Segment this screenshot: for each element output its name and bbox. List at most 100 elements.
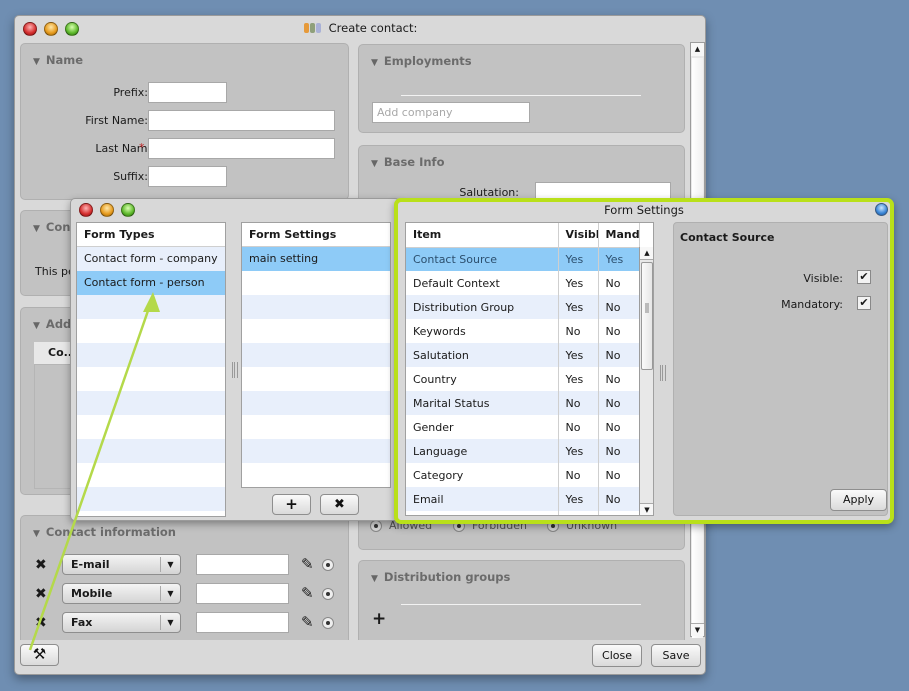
- table-row[interactable]: Contact Source Yes Yes: [406, 247, 640, 271]
- apply-button[interactable]: Apply: [830, 489, 887, 511]
- cell-mandatory: No: [598, 463, 640, 487]
- cell-item: Country: [406, 367, 559, 391]
- wrench-icon: ⚒: [32, 645, 47, 663]
- splitter-handle[interactable]: [232, 362, 238, 378]
- cell-mandatory: No: [598, 439, 640, 463]
- close-button[interactable]: Close: [592, 644, 642, 667]
- first-name-label: First Name:: [85, 114, 148, 127]
- remove-fax-icon[interactable]: ✖: [35, 615, 47, 631]
- add-form-setting-button[interactable]: +: [272, 494, 311, 515]
- form-settings-table[interactable]: Item Visible Mand Contact SourceYesYesDe…: [405, 222, 654, 516]
- window-title: Create contact:: [15, 21, 705, 35]
- mobile-input[interactable]: [196, 583, 289, 604]
- employments-section: ▼ Employments Add company: [358, 44, 685, 133]
- scroll-up-arrow[interactable]: ▲: [640, 247, 653, 260]
- table-row[interactable]: Marital Status No No: [406, 391, 640, 415]
- scroll-down-arrow[interactable]: ▼: [691, 623, 704, 636]
- save-button[interactable]: Save: [651, 644, 701, 667]
- column-header-item[interactable]: Item: [406, 223, 559, 248]
- separator: [401, 604, 641, 605]
- table-row[interactable]: Country Yes No: [406, 367, 640, 391]
- table-row[interactable]: Default Context Yes No: [406, 271, 640, 295]
- edit-icon[interactable]: ✎: [301, 613, 314, 631]
- scroll-up-arrow[interactable]: ▲: [691, 43, 704, 56]
- address-section-header[interactable]: ▼ Add: [33, 317, 71, 331]
- last-name-input[interactable]: [148, 138, 335, 159]
- cell-visible: No: [558, 463, 599, 487]
- remove-form-setting-button[interactable]: ✖: [320, 494, 359, 515]
- table-row[interactable]: Keywords No No: [406, 319, 640, 343]
- cell-item: Default Context: [406, 271, 559, 295]
- table-row[interactable]: Distribution Group Yes No: [406, 295, 640, 319]
- cell-visible: Yes: [558, 295, 599, 319]
- name-section: ▼ Name Prefix: First Name: Last Name: * S…: [20, 43, 349, 200]
- contact-information-header[interactable]: ▼ Contact information: [33, 525, 176, 539]
- contact-type-select-email[interactable]: E-mail ▼: [62, 554, 181, 575]
- fax-input[interactable]: [196, 612, 289, 633]
- email-input[interactable]: [196, 554, 289, 575]
- form-settings-header: Form Settings: [242, 223, 390, 247]
- remove-mobile-icon[interactable]: ✖: [35, 586, 47, 602]
- base-info-header[interactable]: ▼ Base Info: [371, 155, 444, 169]
- add-distribution-group-button[interactable]: +: [372, 609, 386, 629]
- suffix-input[interactable]: [148, 166, 227, 187]
- table-scrollbar[interactable]: ▲ ▼: [639, 247, 653, 515]
- table-row[interactable]: Category No No: [406, 463, 640, 487]
- window-toggle-button[interactable]: [875, 203, 888, 216]
- prefix-input[interactable]: [148, 82, 227, 103]
- name-section-header[interactable]: ▼ Name: [33, 53, 83, 67]
- list-item[interactable]: Contact form - company: [77, 247, 225, 271]
- distribution-groups-header[interactable]: ▼ Distribution groups: [371, 570, 510, 584]
- form-types-header: Form Types: [77, 223, 225, 247]
- edit-icon[interactable]: ✎: [301, 584, 314, 602]
- zoom-window-button[interactable]: [121, 203, 135, 217]
- table-row[interactable]: Gender No No: [406, 415, 640, 439]
- minimize-window-button[interactable]: [100, 203, 114, 217]
- primary-radio[interactable]: [322, 588, 334, 600]
- add-company-input[interactable]: Add company: [372, 102, 530, 123]
- form-types-list[interactable]: Form Types Contact form - company Contac…: [76, 222, 226, 517]
- cell-item: Gender: [406, 415, 559, 439]
- suffix-label: Suffix:: [113, 170, 148, 183]
- form-settings-tool-button[interactable]: ⚒: [20, 644, 59, 666]
- close-window-button[interactable]: [79, 203, 93, 217]
- table-row[interactable]: Language Yes No: [406, 439, 640, 463]
- primary-radio[interactable]: [322, 559, 334, 571]
- employments-header[interactable]: ▼ Employments: [371, 54, 472, 68]
- setting-detail-panel: Contact Source Visible: ✔ Mandatory: ✔ A…: [673, 222, 888, 516]
- contact-type-select-fax[interactable]: Fax ▼: [62, 612, 181, 633]
- cell-visible: Yes: [558, 343, 599, 367]
- mandatory-checkbox[interactable]: ✔: [857, 296, 871, 310]
- primary-radio[interactable]: [322, 617, 334, 629]
- required-marker: *: [139, 141, 145, 154]
- contact-section-header[interactable]: ▼ Con: [33, 220, 70, 234]
- first-name-input[interactable]: [148, 110, 335, 131]
- list-item-selected[interactable]: Contact form - person: [77, 271, 225, 295]
- column-header-visible[interactable]: Visible: [558, 223, 599, 248]
- title-bar: Create contact:: [15, 16, 705, 42]
- cell-visible: Yes: [558, 271, 599, 295]
- table-row: [406, 511, 640, 515]
- separator: [401, 95, 641, 96]
- cell-visible: Yes: [558, 247, 599, 271]
- splitter-handle[interactable]: [660, 365, 666, 381]
- cell-item: Email: [406, 487, 559, 511]
- prefix-label: Prefix:: [113, 86, 148, 99]
- remove-email-icon[interactable]: ✖: [35, 557, 47, 573]
- visible-checkbox[interactable]: ✔: [857, 270, 871, 284]
- cell-item: Marital Status: [406, 391, 559, 415]
- scrollbar-thumb[interactable]: [641, 262, 653, 370]
- cell-visible: Yes: [558, 439, 599, 463]
- cell-visible: No: [558, 391, 599, 415]
- radio-allowed[interactable]: [370, 520, 382, 532]
- contact-type-select-mobile[interactable]: Mobile ▼: [62, 583, 181, 604]
- list-item-selected[interactable]: main setting: [242, 247, 390, 271]
- table-row[interactable]: Email Yes No: [406, 487, 640, 511]
- cell-item: Language: [406, 439, 559, 463]
- chevron-down-icon: ▼: [160, 615, 180, 630]
- edit-icon[interactable]: ✎: [301, 555, 314, 573]
- scroll-down-arrow[interactable]: ▼: [640, 503, 653, 515]
- table-row[interactable]: Salutation Yes No: [406, 343, 640, 367]
- form-settings-list[interactable]: Form Settings main setting: [241, 222, 391, 488]
- column-header-mandatory[interactable]: Mand: [598, 223, 640, 248]
